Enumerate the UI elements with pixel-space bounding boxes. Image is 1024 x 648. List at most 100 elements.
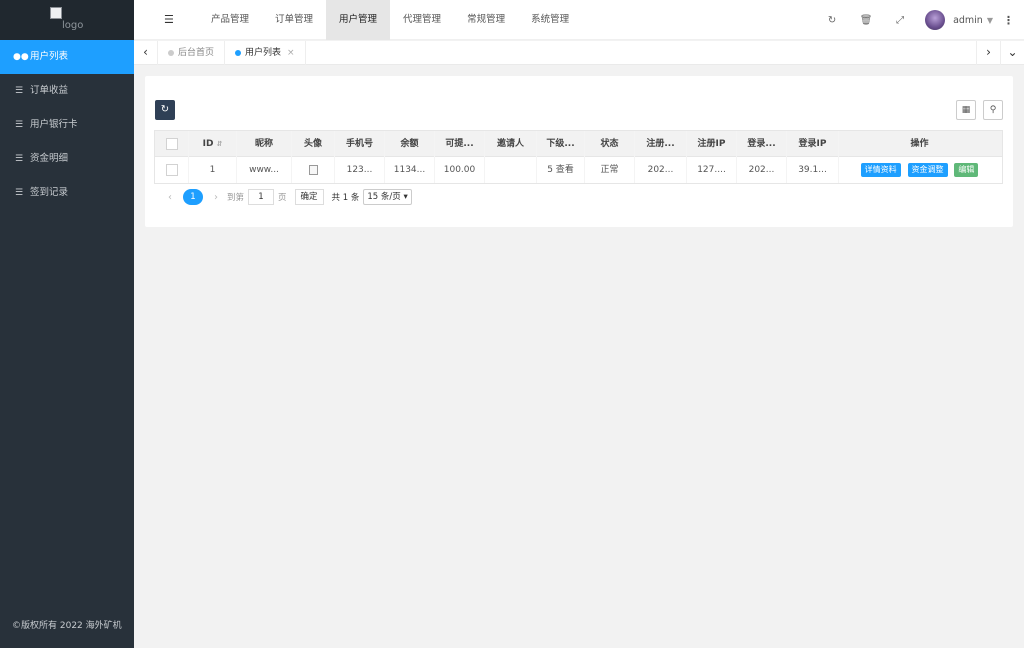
column-label: ID bbox=[202, 139, 214, 149]
table-row: 1 www... 123... 1134... 100.00 5 查看 正常 2… bbox=[155, 157, 1002, 183]
top-header: ☰ 产品管理 订单管理 用户管理 代理管理 常规管理 系统管理 ↻ 🗑 ⤢ ad… bbox=[134, 0, 1024, 40]
goto-label: 到第 bbox=[227, 193, 245, 203]
menu-toggle-icon[interactable]: ☰ bbox=[164, 13, 174, 26]
cell-inviter bbox=[485, 157, 537, 183]
goto-page-input[interactable]: 1 bbox=[248, 189, 275, 205]
cell-reg-time: 202... bbox=[635, 157, 687, 183]
nav-order-management[interactable]: 订单管理 bbox=[262, 0, 326, 40]
broken-image-icon bbox=[308, 164, 318, 175]
column-header: 状态 bbox=[585, 131, 635, 157]
more-vertical-icon[interactable]: ⋮ bbox=[1003, 14, 1014, 27]
edit-button[interactable]: 编辑 bbox=[954, 162, 979, 177]
table-refresh-button[interactable]: ↻ bbox=[155, 100, 175, 120]
nav-user-management[interactable]: 用户管理 bbox=[326, 0, 391, 40]
column-header-id[interactable]: ID ⇵ bbox=[189, 131, 237, 157]
cell-subordinates-link[interactable]: 5 查看 bbox=[537, 157, 585, 183]
caret-down-icon[interactable]: ▼ bbox=[987, 16, 993, 25]
tab-label: 用户列表 bbox=[245, 48, 282, 58]
chevron-down-icon: ▾ bbox=[403, 192, 408, 202]
cell-withdrawable: 100.00 bbox=[435, 157, 485, 183]
logo-area: logo bbox=[0, 0, 134, 40]
goto-confirm-button[interactable]: 确定 bbox=[294, 189, 324, 205]
page-unit-label: 页 bbox=[278, 193, 287, 203]
next-page-icon[interactable]: › bbox=[209, 192, 223, 203]
tab-user-list[interactable]: 用户列表 × bbox=[225, 41, 306, 65]
column-header: 头像 bbox=[292, 131, 335, 157]
cell-balance: 1134... bbox=[385, 157, 435, 183]
cell-phone: 123... bbox=[335, 157, 385, 183]
table-header: ID ⇵ 昵称 头像 手机号 余额 可提... 邀请人 下级... 状态 注册..… bbox=[155, 131, 1002, 157]
cell-reg-ip: 127.... bbox=[687, 157, 737, 183]
nav-agent-management[interactable]: 代理管理 bbox=[390, 0, 454, 40]
column-header: 可提... bbox=[435, 131, 485, 157]
per-page-value: 15 条/页 bbox=[367, 192, 401, 202]
sidebar-item-label: 用户银行卡 bbox=[30, 119, 78, 130]
column-header: 注册... bbox=[635, 131, 687, 157]
cell-login-ip: 39.1... bbox=[787, 157, 839, 183]
copyright: ©版权所有 2022 海外矿机 bbox=[12, 621, 122, 631]
details-button[interactable]: 详情资料 bbox=[860, 162, 901, 177]
list-icon: ☰ bbox=[14, 154, 24, 164]
sidebar-item-label: 用户列表 bbox=[30, 51, 69, 62]
users-icon: ●● bbox=[13, 52, 29, 62]
nav-system-management[interactable]: 系统管理 bbox=[518, 0, 582, 40]
nav-general-management[interactable]: 常规管理 bbox=[454, 0, 518, 40]
tabs-scroll-right-icon[interactable]: › bbox=[976, 41, 1000, 65]
column-header: 登录... bbox=[737, 131, 787, 157]
user-table: ID ⇵ 昵称 头像 手机号 余额 可提... 邀请人 下级... 状态 注册..… bbox=[154, 130, 1003, 184]
fund-adjust-button[interactable]: 资金调整 bbox=[907, 162, 948, 177]
list-icon: ☰ bbox=[14, 120, 24, 130]
sort-icon[interactable]: ⇵ bbox=[216, 140, 222, 148]
tab-close-icon[interactable]: × bbox=[287, 41, 295, 65]
prev-page-icon[interactable]: ‹ bbox=[163, 192, 177, 203]
sidebar-item-user-list[interactable]: ●● 用户列表 bbox=[0, 40, 134, 74]
trash-icon[interactable]: 🗑 bbox=[849, 15, 883, 26]
avatar[interactable] bbox=[925, 10, 946, 30]
current-page-button[interactable]: 1 bbox=[183, 189, 203, 205]
cell-nickname: www... bbox=[237, 157, 292, 183]
tabs-scroll-left-icon[interactable]: ‹ bbox=[134, 41, 158, 65]
sidebar-item-bank-cards[interactable]: ☰ 用户银行卡 bbox=[0, 108, 134, 142]
column-header: 注册IP bbox=[687, 131, 737, 157]
sidebar-item-order-earnings[interactable]: ☰ 订单收益 bbox=[0, 74, 134, 108]
select-all-checkbox[interactable] bbox=[165, 137, 178, 150]
per-page-select[interactable]: 15 条/页 ▾ bbox=[363, 189, 412, 205]
sidebar-item-label: 签到记录 bbox=[30, 187, 69, 198]
tab-home[interactable]: 后台首页 bbox=[158, 41, 226, 65]
row-checkbox-cell bbox=[155, 157, 189, 183]
list-icon: ☰ bbox=[14, 188, 24, 198]
sidebar-menu: ●● 用户列表 ☰ 订单收益 ☰ 用户银行卡 ☰ 资金明细 ☰ 签到记录 bbox=[0, 40, 134, 210]
column-header: 昵称 bbox=[237, 131, 292, 157]
cell-avatar bbox=[292, 157, 335, 183]
logo-broken-image-icon bbox=[50, 7, 62, 19]
logo-alt-text: logo bbox=[62, 20, 84, 31]
tabs-bar: ‹ 后台首页 用户列表 × › ⌄ bbox=[134, 41, 1024, 65]
nav-product-management[interactable]: 产品管理 bbox=[198, 0, 262, 40]
main-card: ↻ ▦ ⚲ ID ⇵ 昵称 头像 手机号 余额 可提... 邀请人 下级... 状… bbox=[145, 76, 1013, 227]
columns-toggle-icon[interactable]: ▦ bbox=[956, 100, 976, 120]
cell-id: 1 bbox=[189, 157, 237, 183]
search-icon[interactable]: ⚲ bbox=[983, 100, 1003, 120]
pagination: ‹ 1 › 到第 1 页 确定 共 1 条 15 条/页 ▾ bbox=[163, 188, 412, 206]
admin-username[interactable]: admin bbox=[953, 15, 983, 26]
refresh-icon[interactable]: ↻ bbox=[815, 15, 849, 26]
cell-login-time: 202... bbox=[737, 157, 787, 183]
top-nav: 产品管理 订单管理 用户管理 代理管理 常规管理 系统管理 bbox=[198, 0, 582, 40]
tab-dot-icon bbox=[168, 50, 174, 56]
tabs-dropdown-icon[interactable]: ⌄ bbox=[1000, 41, 1024, 65]
column-header: 登录IP bbox=[787, 131, 839, 157]
header-right: ↻ 🗑 ⤢ admin ▼ ⋮ bbox=[815, 0, 1024, 40]
column-header: 手机号 bbox=[335, 131, 385, 157]
column-header: 操作 bbox=[910, 139, 929, 149]
total-count: 共 1 条 bbox=[331, 193, 360, 203]
fullscreen-icon[interactable]: ⤢ bbox=[883, 15, 917, 26]
tab-label: 后台首页 bbox=[178, 48, 215, 58]
cell-actions: 详情资料 资金调整 编辑 bbox=[839, 157, 1000, 183]
sidebar-item-label: 订单收益 bbox=[30, 85, 69, 96]
sidebar-item-checkin-records[interactable]: ☰ 签到记录 bbox=[0, 176, 134, 210]
sidebar-item-fund-details[interactable]: ☰ 资金明细 bbox=[0, 142, 134, 176]
sidebar-item-label: 资金明细 bbox=[30, 153, 69, 164]
column-header: 邀请人 bbox=[485, 131, 537, 157]
row-checkbox[interactable] bbox=[165, 163, 178, 176]
cell-status: 正常 bbox=[585, 157, 635, 183]
